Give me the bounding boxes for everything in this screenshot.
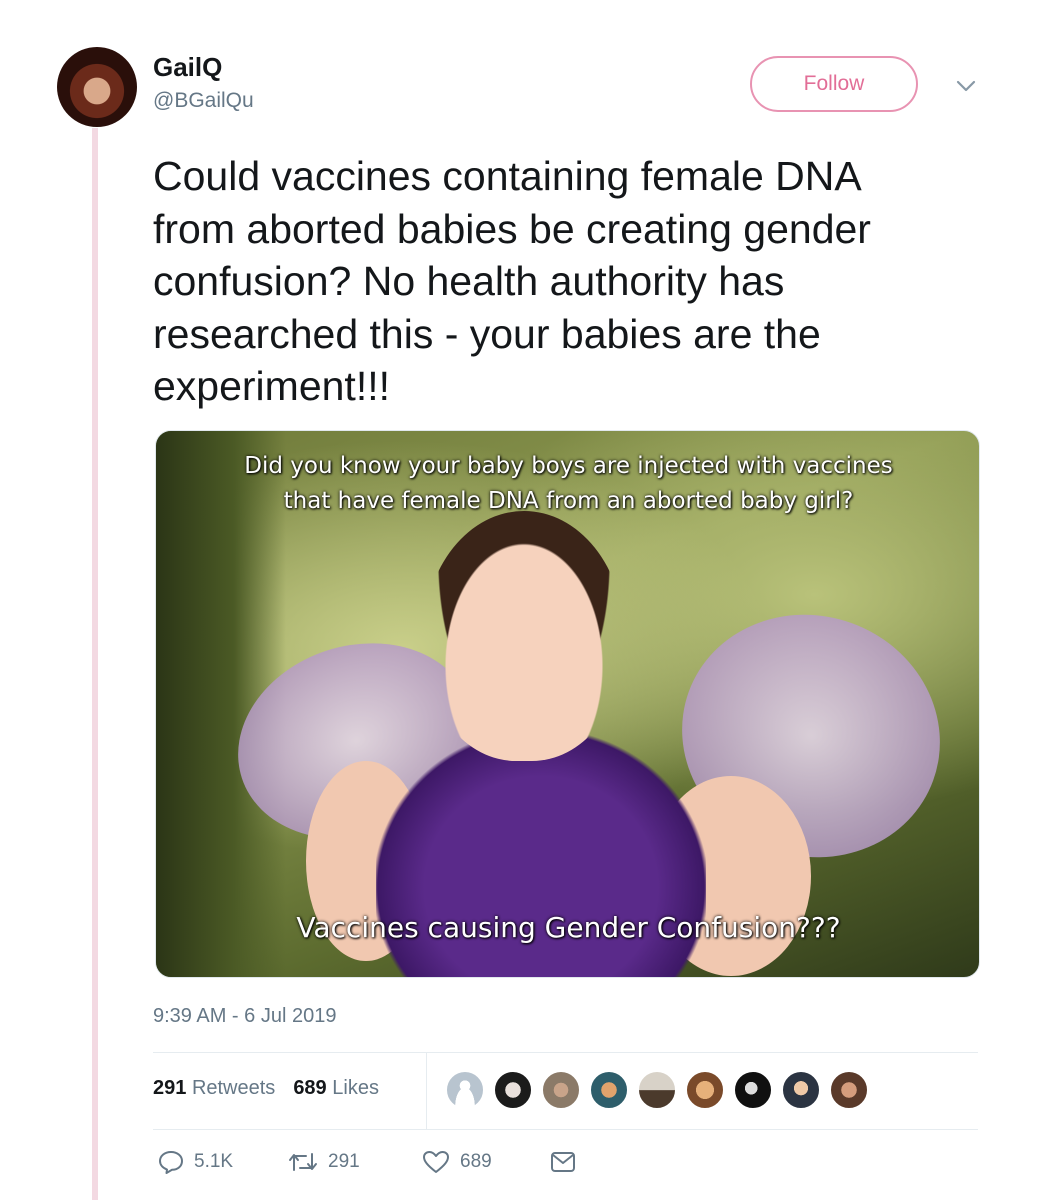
- liker-avatar[interactable]: [829, 1070, 869, 1110]
- liker-avatar[interactable]: [685, 1070, 725, 1110]
- divider-top: [153, 1052, 978, 1053]
- likes-count: 689: [293, 1077, 327, 1099]
- child-face: [424, 511, 624, 761]
- liker-avatar[interactable]: [589, 1070, 629, 1110]
- meme-caption-top: Did you know your baby boys are injected…: [244, 453, 893, 514]
- tweet-text: Could vaccines containing female DNA fro…: [153, 153, 871, 409]
- stats-separator: [426, 1053, 427, 1129]
- direct-message-button[interactable]: [550, 1151, 576, 1173]
- chevron-down-icon[interactable]: [955, 76, 977, 96]
- heart-icon: [423, 1151, 449, 1173]
- liker-avatar[interactable]: [637, 1070, 677, 1110]
- thread-line: [92, 128, 98, 1200]
- retweet-count: 291: [328, 1151, 360, 1172]
- like-button[interactable]: 689: [422, 1150, 550, 1174]
- retweets-count: 291: [153, 1077, 187, 1099]
- liker-avatar[interactable]: [541, 1070, 581, 1110]
- user-handle[interactable]: @BGailQu: [153, 89, 254, 113]
- liker-avatar[interactable]: [493, 1070, 533, 1110]
- display-name[interactable]: GailQ: [153, 52, 222, 83]
- envelope-icon: [551, 1152, 575, 1172]
- tweet-media-image[interactable]: Did you know your baby boys are injected…: [155, 430, 980, 978]
- reply-icon: [159, 1151, 183, 1174]
- likers-avatars: [445, 1070, 877, 1110]
- reply-button[interactable]: 5.1K: [158, 1150, 288, 1174]
- reply-count: 5.1K: [194, 1151, 234, 1172]
- retweets-stat[interactable]: 291 Retweets: [153, 1077, 275, 1100]
- retweet-button[interactable]: 291: [288, 1150, 422, 1174]
- retweet-icon: [289, 1153, 317, 1171]
- liker-avatar[interactable]: [445, 1070, 485, 1110]
- meme-caption-bottom: Vaccines causing Gender Confusion???: [296, 911, 841, 944]
- tweet-stats: 291 Retweets 689 Likes: [153, 1077, 379, 1100]
- likes-stat[interactable]: 689 Likes: [293, 1077, 379, 1100]
- liker-avatar[interactable]: [733, 1070, 773, 1110]
- follow-button[interactable]: Follow: [750, 56, 918, 112]
- avatar[interactable]: [57, 47, 137, 127]
- liker-avatar[interactable]: [781, 1070, 821, 1110]
- tweet-actions: 5.1K 291 689: [158, 1150, 576, 1174]
- likes-label: Likes: [332, 1077, 379, 1099]
- like-count: 689: [460, 1151, 492, 1172]
- tweet-timestamp[interactable]: 9:39 AM - 6 Jul 2019: [153, 1005, 336, 1028]
- divider-bottom: [153, 1129, 978, 1130]
- retweets-label: Retweets: [191, 1077, 276, 1099]
